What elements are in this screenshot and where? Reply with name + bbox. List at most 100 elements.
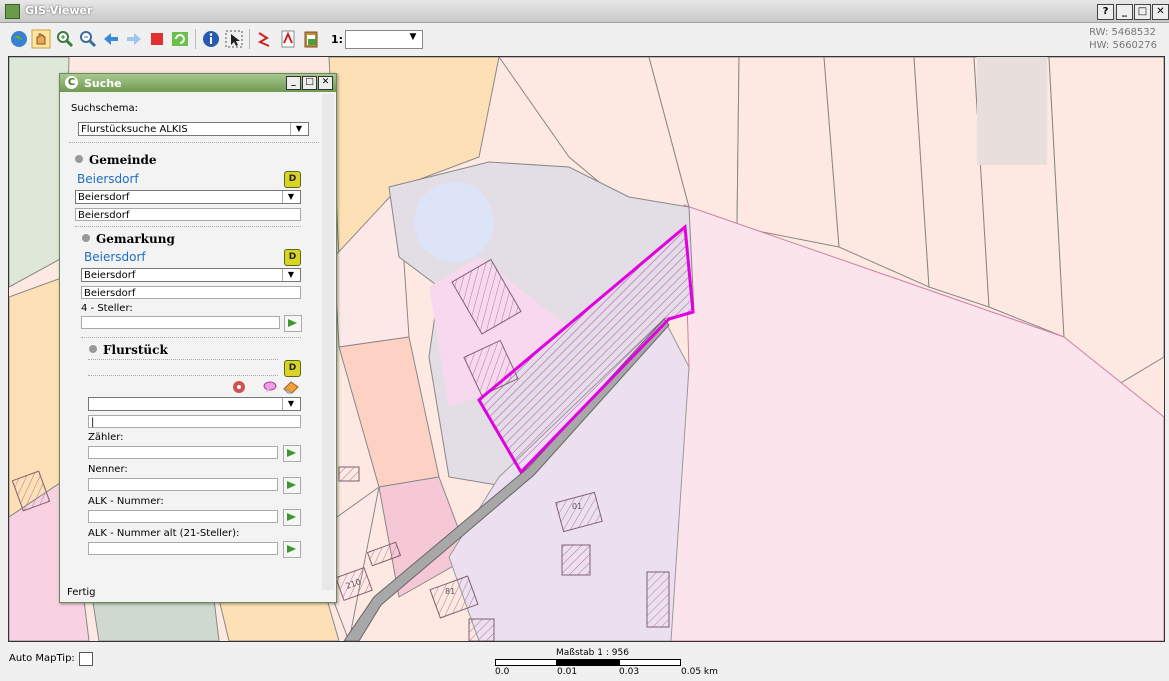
divider	[69, 142, 319, 143]
window-titlebar: GIS-Viewer ? _ □ ✕	[0, 0, 1169, 23]
divider	[81, 337, 301, 338]
flurstueck-heading: Flurstück	[103, 343, 168, 357]
divider	[88, 359, 278, 360]
schema-select[interactable]: Flurstücksuche ALKIS ▼	[78, 122, 309, 136]
toolbar-separator	[195, 29, 196, 49]
zaehler-input[interactable]	[88, 446, 278, 459]
scale-select[interactable]: ▼	[345, 30, 423, 49]
alk-alt-input[interactable]	[88, 542, 278, 555]
scalebar-segment	[556, 659, 620, 666]
zoom-out-icon[interactable]	[78, 29, 98, 49]
search-dialog: C Suche _ □ ✕ Suchschema: Flurstücksuche…	[59, 73, 337, 603]
speech-bubble-icon[interactable]	[262, 379, 278, 395]
main-toolbar: 1: ▼ RW: 5468532 HW: 5660276	[0, 24, 1169, 56]
alk-alt-go-icon[interactable]	[283, 541, 301, 558]
steller-go-icon[interactable]	[284, 315, 302, 332]
gemarkung-selected-link[interactable]: Beiersdorf	[84, 250, 146, 264]
pdf-export-icon[interactable]	[278, 29, 298, 49]
flurstueck-input[interactable]: |	[88, 415, 301, 428]
clipboard-icon[interactable]	[301, 29, 321, 49]
dialog-minimize-button[interactable]: _	[286, 76, 301, 90]
alk-input[interactable]	[88, 510, 278, 523]
bullet-icon	[89, 345, 97, 353]
maptip-label: Auto MapTip:	[9, 653, 75, 664]
dialog-status: Fertig	[67, 587, 96, 598]
scalebar-segment	[495, 659, 557, 666]
chevron-down-icon: ▼	[282, 191, 299, 203]
info-icon[interactable]	[201, 29, 221, 49]
help-button[interactable]: ?	[1097, 4, 1114, 20]
status-bar: Auto MapTip: Maßstab 1 : 956 0.0 0.01 0.…	[0, 642, 1169, 681]
gemarkung-heading: Gemarkung	[96, 232, 175, 246]
rw-coordinate: RW: 5468532	[1089, 27, 1157, 38]
gemeinde-input[interactable]: Beiersdorf	[75, 208, 301, 221]
eraser-icon[interactable]	[282, 379, 300, 395]
minimize-button[interactable]: _	[1116, 4, 1133, 20]
zaehler-go-icon[interactable]	[283, 445, 301, 462]
toolbar-separator	[249, 29, 250, 49]
gemarkung-input[interactable]: Beiersdorf	[81, 286, 301, 299]
nenner-label: Nenner:	[88, 464, 128, 475]
dialog-maximize-button[interactable]: □	[302, 76, 317, 90]
map-pin-icon[interactable]	[231, 379, 247, 395]
coordinate-readout: RW: 5468532 HW: 5660276	[1089, 26, 1157, 52]
select-arrow-icon[interactable]	[224, 29, 244, 49]
dialog-title: Suche	[84, 77, 122, 90]
forward-arrow-icon[interactable]	[124, 29, 144, 49]
alk-go-icon[interactable]	[283, 509, 301, 526]
globe-icon[interactable]	[9, 29, 29, 49]
dialog-body: Suchschema: Flurstücksuche ALKIS ▼ Gemei…	[63, 94, 319, 584]
pan-hand-icon[interactable]	[31, 29, 51, 49]
parcel-label: 81	[445, 587, 455, 596]
schema-label: Suchschema:	[71, 103, 138, 114]
scale-title: Maßstab 1 : 956	[556, 648, 629, 658]
bullet-icon	[75, 155, 83, 163]
scalebar-segment	[619, 659, 681, 666]
hw-coordinate: HW: 5660276	[1089, 40, 1157, 51]
close-button[interactable]: ✕	[1152, 4, 1169, 20]
flurstueck-list-icon[interactable]: D	[284, 360, 301, 377]
dialog-app-icon: C	[65, 76, 78, 89]
gemarkung-select-value: Beiersdorf	[84, 270, 136, 281]
scale-tick: 0.0	[495, 667, 510, 677]
nenner-input[interactable]	[88, 478, 278, 491]
gemeinde-selected-link[interactable]: Beiersdorf	[77, 172, 139, 186]
gemeinde-list-icon[interactable]: D	[284, 171, 301, 188]
dialog-titlebar[interactable]: C Suche _ □ ✕	[60, 74, 336, 92]
stop-icon[interactable]	[147, 29, 167, 49]
chevron-down-icon: ▼	[282, 269, 299, 281]
steller-input[interactable]	[81, 316, 280, 329]
maptip-checkbox[interactable]	[79, 652, 93, 666]
divider	[75, 226, 301, 227]
alk-label: ALK - Nummer:	[88, 496, 164, 507]
nenner-go-icon[interactable]	[283, 477, 301, 494]
scale-tick: 0.01	[557, 667, 578, 677]
maximize-button[interactable]: □	[1134, 4, 1151, 20]
divider	[88, 375, 278, 376]
gemeinde-select-value: Beiersdorf	[78, 192, 130, 203]
gemarkung-list-icon[interactable]: D	[284, 249, 301, 266]
alk-alt-label: ALK - Nummer alt (21-Steller):	[88, 528, 240, 539]
parcel-label: 01	[572, 502, 582, 511]
refresh-icon[interactable]	[170, 29, 190, 49]
flurstueck-select[interactable]: ▼	[88, 397, 301, 411]
dialog-scrollbar[interactable]	[322, 94, 334, 590]
steller-label: 4 - Steller:	[81, 303, 133, 314]
back-arrow-icon[interactable]	[101, 29, 121, 49]
zoom-in-icon[interactable]	[55, 29, 75, 49]
measure-icon[interactable]	[255, 29, 275, 49]
gemeinde-select[interactable]: Beiersdorf ▼	[75, 190, 301, 204]
scale-prefix: 1:	[331, 33, 344, 46]
chevron-down-icon: ▼	[282, 398, 299, 410]
dialog-close-button[interactable]: ✕	[318, 76, 333, 90]
zaehler-label: Zähler:	[88, 432, 124, 443]
schema-select-value: Flurstücksuche ALKIS	[81, 124, 188, 135]
app-icon	[5, 4, 20, 19]
scale-tick: 0.05 km	[681, 667, 718, 677]
gemeinde-heading: Gemeinde	[89, 153, 157, 167]
scale-tick: 0.03	[619, 667, 640, 677]
bullet-icon	[82, 234, 90, 242]
gemarkung-select[interactable]: Beiersdorf ▼	[81, 268, 301, 282]
chevron-down-icon: ▼	[290, 123, 307, 135]
window-title: GIS-Viewer	[25, 4, 93, 17]
